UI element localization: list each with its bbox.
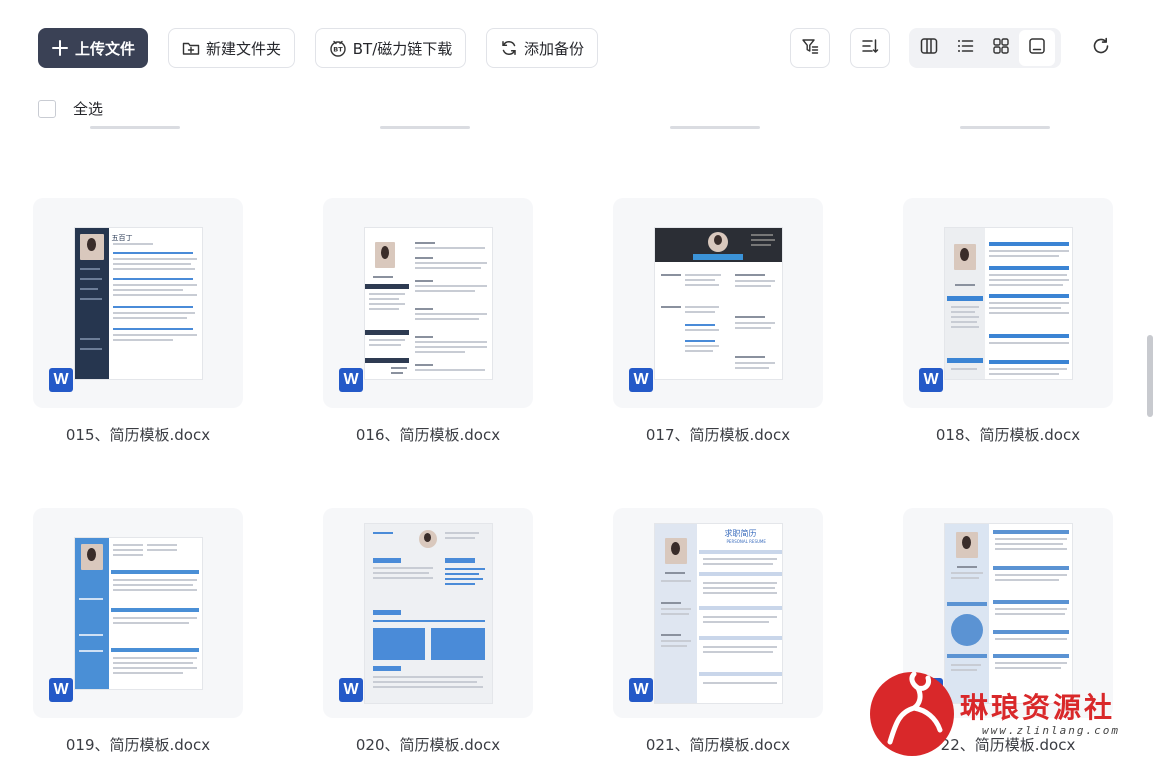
filter-icon [801,37,819,59]
sort-button[interactable] [850,28,890,68]
watermark-logo: 琳琅资源社 www.zlinlang.com [870,671,1156,772]
previous-row-label-fragment [660,118,780,132]
previous-row-label-fragment [370,118,490,132]
file-name[interactable]: 018、简历模板.docx [903,424,1113,445]
backup-sync-icon [500,39,518,57]
add-backup-button[interactable]: 添加备份 [486,28,598,68]
bt-download-button[interactable]: BT BT/磁力链下载 [315,28,466,68]
previous-row-label-fragment [950,118,1070,132]
resume-preview: 五百丁 [74,227,202,379]
previous-row-label-fragment [80,118,200,132]
word-file-icon: W [629,678,653,702]
file-card[interactable]: W 018、简历模板.docx [903,198,1113,445]
plus-icon [51,39,69,57]
vertical-scrollbar[interactable] [1147,335,1153,417]
preview-view-icon [1028,37,1046,59]
file-thumbnail[interactable]: 求职简历 PERSONAL RESUME W [613,508,823,718]
word-file-icon: W [339,368,363,392]
file-name[interactable]: 015、简历模板.docx [33,424,243,445]
resume-subtitle: PERSONAL RESUME [726,538,766,544]
resume-preview [364,227,492,379]
resume-preview [944,227,1072,379]
columns-view-button[interactable] [911,30,947,66]
grid-view-button[interactable] [983,30,1019,66]
resume-name: 五百丁 [111,233,133,242]
file-thumbnail[interactable]: W [903,198,1113,408]
grid-view-icon [992,37,1010,59]
resume-preview [364,523,492,703]
bt-download-label: BT/磁力链下载 [352,39,453,58]
columns-view-icon [920,37,938,59]
new-folder-button[interactable]: 新建文件夹 [168,28,295,68]
file-thumbnail[interactable]: 五百丁 W [33,198,243,408]
file-thumbnail[interactable]: W [323,508,533,718]
word-file-icon: W [629,368,653,392]
file-thumbnail[interactable]: W [323,198,533,408]
file-card[interactable]: 求职简历 PERSONAL RESUME W 021、简历模板.docx [613,508,823,755]
upload-label: 上传文件 [74,39,135,58]
word-file-icon: W [919,368,943,392]
resume-preview [654,227,782,379]
new-folder-label: 新建文件夹 [205,39,281,58]
file-card[interactable]: W 016、简历模板.docx [323,198,533,445]
refresh-icon [1091,36,1111,60]
file-manager: 上传文件 新建文件夹 BT BT/磁力链下载 添加备份 全选 五百丁 W 015… [0,0,1156,775]
watermark-deer-icon [870,671,954,756]
select-all-label: 全选 [73,100,104,118]
sort-icon [861,37,879,59]
refresh-button[interactable] [1081,28,1121,68]
word-file-icon: W [49,368,73,392]
add-backup-label: 添加备份 [523,39,584,58]
file-thumbnail[interactable]: W [33,508,243,718]
file-name[interactable]: 020、简历模板.docx [323,734,533,755]
watermark-text: 琳琅资源社 [960,691,1116,724]
file-card[interactable]: W 019、简历模板.docx [33,508,243,755]
preview-view-button[interactable] [1019,30,1055,66]
file-name[interactable]: 016、简历模板.docx [323,424,533,445]
file-name[interactable]: 017、简历模板.docx [613,424,823,445]
list-view-button[interactable] [947,30,983,66]
folder-plus-icon [182,39,200,57]
bt-icon: BT [329,39,347,57]
file-thumbnail[interactable]: W [613,198,823,408]
list-view-icon [956,37,974,59]
word-file-icon: W [49,678,73,702]
view-mode-switcher [909,28,1061,68]
resume-title: 求职简历 [724,528,757,538]
select-all-checkbox[interactable] [38,99,56,118]
word-file-icon: W [339,678,363,702]
upload-button[interactable]: 上传文件 [38,28,148,68]
file-card[interactable]: W 017、简历模板.docx [613,198,823,445]
filter-button[interactable] [790,28,830,68]
file-name[interactable]: 021、简历模板.docx [613,734,823,755]
resume-preview [74,537,202,689]
file-card[interactable]: 五百丁 W 015、简历模板.docx [33,198,243,445]
svg-text:BT: BT [333,46,343,54]
watermark-url: www.zlinlang.com [982,724,1120,737]
file-card[interactable]: W 020、简历模板.docx [323,508,533,755]
file-name[interactable]: 019、简历模板.docx [33,734,243,755]
select-all[interactable]: 全选 [38,98,103,119]
resume-preview: 求职简历 PERSONAL RESUME [654,523,782,703]
toolbar: 上传文件 新建文件夹 BT BT/磁力链下载 添加备份 [38,28,1118,68]
